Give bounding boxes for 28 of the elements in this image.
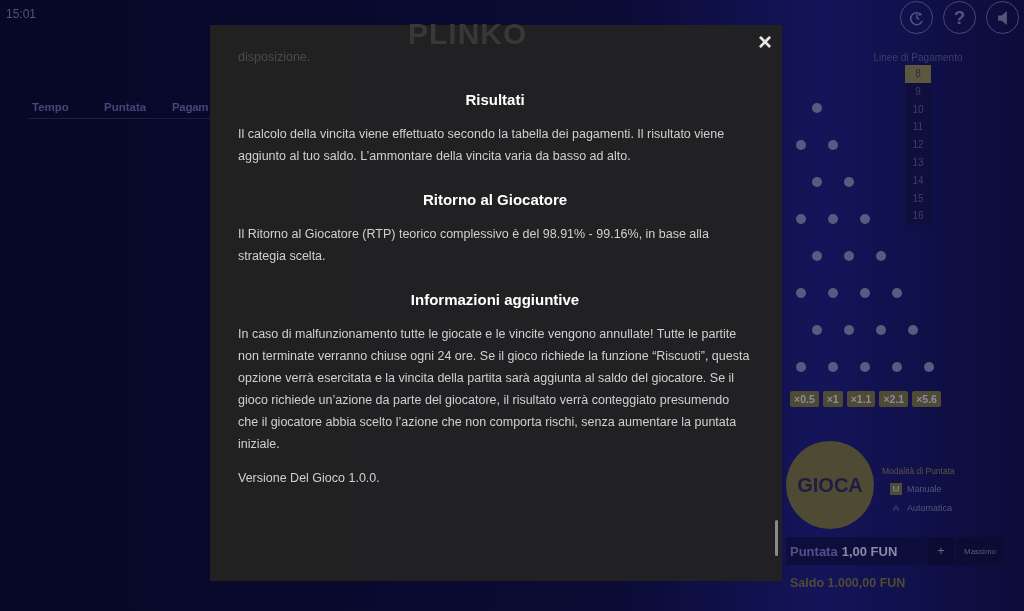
multiplier-slot: ×0.5 — [790, 391, 819, 408]
close-button[interactable]: × — [756, 31, 774, 53]
mode-toggle[interactable]: M — [890, 483, 902, 496]
scrollbar-thumb[interactable] — [775, 520, 778, 556]
multiplier-slot: ×1 — [822, 391, 843, 408]
bet-label: Puntata — [790, 543, 838, 559]
multiplier-slot: ×5.6 — [912, 391, 941, 408]
body-text: Il Ritorno al Giocatore (RTP) teorico complessivo è del 98.91% - 99.16%, in base alla strategia scelta. — [238, 226, 710, 265]
mode-label: Automatica — [907, 503, 953, 514]
section-heading: Ritorno al Giocatore — [421, 191, 569, 209]
section-heading: Informazioni aggiuntive — [409, 291, 581, 309]
column-header: Tempo — [31, 101, 70, 113]
plus-button[interactable]: + — [928, 537, 954, 566]
body-text: Il calcolo della vincita viene effettuato secondo la tabella dei pagamenti. Il risultato viene aggiunto al tuo saldo. L’ammontare della vincita varia da basso ad alto. — [238, 126, 726, 165]
speaker-icon — [998, 10, 1007, 25]
clock-time: 15:01 — [5, 6, 38, 21]
section-heading: Risultati — [464, 91, 526, 109]
column-header: Puntata — [103, 101, 148, 113]
body-text: In caso di malfunzionamento tutte le giocate e le vincite vengono annullate! Tutte le partite non terminate verranno chiuse ogni 24 ore. Se il gioco richiede la funzione “Riscuoti”, questa opzione verrà esercitata e la vincita della partita sarà aggiunta al saldo del giocatore. Se il gioco richiede un’azione da parte del giocatore, il risultato verrà conteggiato presumendo che il giocatore abbia scelto l’azione che non comporta rischi, senza aumentare la puntata iniziale. — [238, 326, 751, 453]
body-text: Versione Del Gioco 1.0.0. — [238, 470, 381, 487]
multiplier-slot: ×2.1 — [879, 391, 909, 408]
bet-mode-label: Modalità di Puntata — [882, 466, 955, 477]
multiplier-slot: ×1.1 — [846, 391, 876, 408]
bet-amount: 1,00 FUN — [841, 543, 898, 559]
max-button[interactable]: Massimo — [956, 537, 1004, 566]
mode-label: Manuale — [907, 484, 942, 495]
balance-text: Saldo 1.000,00 FUN — [789, 576, 907, 591]
column-header: Pagam — [172, 101, 209, 113]
